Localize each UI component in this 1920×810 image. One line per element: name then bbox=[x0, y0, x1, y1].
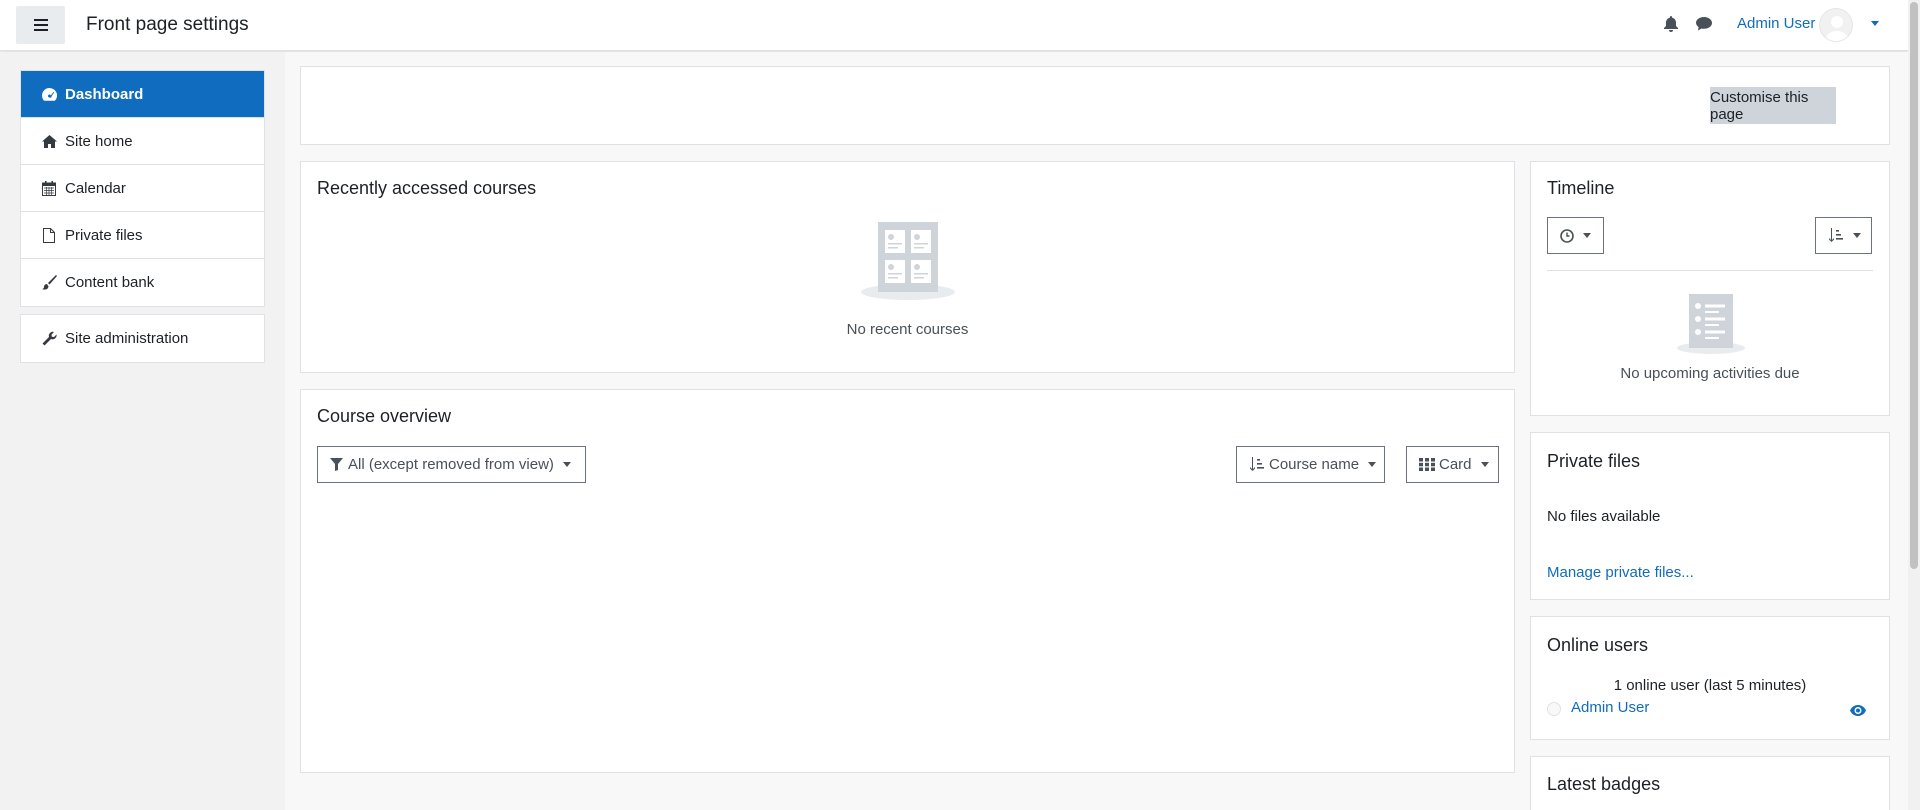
block-title: Latest badges bbox=[1547, 774, 1661, 794]
sort-label: Course name bbox=[1269, 456, 1360, 473]
course-overview-block: Course overview All (except removed from… bbox=[300, 389, 1515, 773]
home-icon bbox=[41, 134, 57, 148]
sidebar-item-label: Site administration bbox=[65, 330, 189, 347]
avatar bbox=[1547, 702, 1561, 716]
scrollbar-thumb[interactable] bbox=[1910, 2, 1918, 569]
grouping-filter-dropdown[interactable]: All (except removed from view) bbox=[317, 446, 586, 483]
wrench-icon bbox=[41, 331, 57, 346]
customise-page-button[interactable]: Customise this page bbox=[1710, 87, 1836, 124]
sidebar-item-content-bank[interactable]: Content bank bbox=[21, 259, 264, 306]
clock-icon bbox=[1560, 228, 1574, 243]
empty-state-text: No upcoming activities due bbox=[1620, 365, 1800, 382]
user-menu-name[interactable]: Admin User bbox=[1737, 15, 1815, 32]
chevron-down-icon bbox=[1368, 462, 1377, 467]
messages-button[interactable] bbox=[1696, 17, 1712, 35]
page-scrollbar[interactable] bbox=[1908, 0, 1920, 810]
notifications-button[interactable] bbox=[1664, 16, 1678, 36]
block-title: Recently accessed courses bbox=[317, 178, 537, 198]
divider bbox=[1547, 270, 1873, 271]
user-silhouette-icon bbox=[1825, 16, 1849, 41]
calendar-icon bbox=[41, 180, 57, 196]
hamburger-icon bbox=[33, 19, 48, 31]
sidebar-item-dashboard[interactable]: Dashboard bbox=[21, 71, 264, 118]
chevron-down-icon bbox=[562, 462, 571, 467]
filter-label: All (except removed from view) bbox=[348, 456, 554, 473]
block-title: Course overview bbox=[317, 406, 452, 426]
sort-icon bbox=[1250, 457, 1264, 471]
file-icon bbox=[41, 227, 57, 243]
sidebar-item-label: Site home bbox=[65, 132, 133, 150]
sort-dropdown[interactable]: Course name bbox=[1236, 446, 1385, 483]
sidebar-item-private-files[interactable]: Private files bbox=[21, 212, 264, 259]
courses-illustration-icon bbox=[860, 220, 956, 304]
eye-icon[interactable] bbox=[1850, 703, 1866, 720]
avatar[interactable] bbox=[1819, 8, 1853, 42]
bell-icon bbox=[1664, 16, 1678, 32]
online-users-block: Online users 1 online user (last 5 minut… bbox=[1530, 616, 1890, 740]
sidebar-item-calendar[interactable]: Calendar bbox=[21, 165, 264, 212]
timeline-block: Timeline No upcoming activities due bbox=[1530, 161, 1890, 416]
page-title: Front page settings bbox=[86, 14, 249, 35]
sidebar-item-label: Calendar bbox=[65, 179, 126, 197]
chevron-down-icon[interactable] bbox=[1871, 21, 1879, 26]
block-title: Online users bbox=[1547, 635, 1649, 655]
grid-icon bbox=[1419, 458, 1435, 471]
dashboard-icon bbox=[41, 87, 57, 101]
manage-private-files-link[interactable]: Manage private files... bbox=[1547, 564, 1694, 581]
chevron-down-icon bbox=[1583, 233, 1591, 238]
brush-icon bbox=[41, 275, 57, 290]
chevron-down-icon bbox=[1480, 462, 1489, 467]
sidebar-item-site-administration[interactable]: Site administration bbox=[21, 315, 264, 362]
sidebar-item-label: Private files bbox=[65, 226, 143, 244]
online-user-link[interactable]: Admin User bbox=[1571, 699, 1649, 716]
sidebar-item-label: Content bank bbox=[65, 274, 155, 291]
latest-badges-block: Latest badges bbox=[1530, 756, 1890, 810]
online-users-summary: 1 online user (last 5 minutes) bbox=[1613, 677, 1807, 694]
admin-nav: Site administration bbox=[20, 314, 265, 363]
view-label: Card bbox=[1439, 456, 1472, 473]
empty-state-text: No files available bbox=[1547, 508, 1661, 525]
private-files-block: Private files No files available Manage … bbox=[1530, 432, 1890, 600]
view-mode-dropdown[interactable]: Card bbox=[1406, 446, 1499, 483]
sort-icon bbox=[1829, 228, 1843, 242]
top-navbar: Front page settings Admin User bbox=[0, 0, 1908, 51]
activities-illustration-icon bbox=[1673, 292, 1749, 358]
sidebar-item-site-home[interactable]: Site home bbox=[21, 118, 264, 165]
recent-courses-block: Recently accessed courses No recent cour… bbox=[300, 161, 1515, 373]
page-header-card: Customise this page bbox=[300, 66, 1890, 145]
nav-drawer: Dashboard Site home Calendar Private fil… bbox=[0, 52, 285, 810]
sidebar-item-label: Dashboard bbox=[65, 85, 144, 103]
chat-icon bbox=[1696, 17, 1712, 31]
primary-nav: Dashboard Site home Calendar Private fil… bbox=[20, 70, 265, 307]
chevron-down-icon bbox=[1853, 233, 1861, 238]
drawer-toggle-button[interactable] bbox=[16, 6, 65, 44]
block-title: Private files bbox=[1547, 451, 1641, 471]
empty-state-text: No recent courses bbox=[846, 321, 969, 338]
filter-icon bbox=[330, 458, 343, 471]
timeline-day-filter-dropdown[interactable] bbox=[1547, 217, 1604, 254]
timeline-sort-dropdown[interactable] bbox=[1815, 217, 1872, 254]
block-title: Timeline bbox=[1547, 178, 1615, 198]
